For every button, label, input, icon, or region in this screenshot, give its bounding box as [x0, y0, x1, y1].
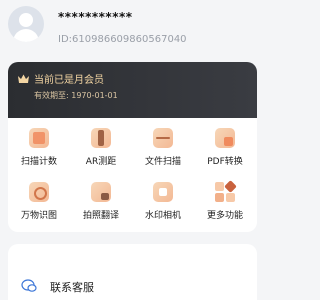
more-features-icon-square [215, 182, 224, 191]
avatar[interactable] [8, 6, 44, 42]
feature-ar-ruler[interactable]: AR测距 [70, 121, 132, 171]
avatar-head-shape [19, 13, 33, 27]
feature-photo-translate[interactable]: 拍照翻译 [70, 175, 132, 225]
photo-translate-icon-mark [101, 193, 109, 200]
more-features-icon [215, 180, 237, 202]
ar-ruler-icon [91, 128, 111, 148]
avatar-shoulders-shape [13, 29, 39, 42]
feature-file-scan[interactable]: 文件扫描 [132, 121, 194, 171]
feature-watermark-camera[interactable]: 水印相机 [132, 175, 194, 225]
feature-label: 扫描计数 [20, 157, 57, 167]
crown-icon [18, 74, 29, 83]
scan-count-icon-mark [33, 132, 45, 144]
file-scan-icon [153, 128, 173, 148]
feature-pdf-convert[interactable]: PDF转换 [194, 121, 256, 171]
feature-label: 水印相机 [144, 211, 181, 221]
image-recognition-icon [29, 182, 49, 202]
profile-header: *********** ID:6109866098605670​40 [0, 0, 263, 62]
photo-translate-icon [91, 182, 111, 202]
more-features-icon-diamond [224, 180, 237, 193]
feature-label: PDF转换 [207, 157, 243, 167]
feature-label: AR测距 [85, 157, 117, 167]
customer-service-icon [21, 279, 37, 292]
pdf-convert-icon-mark [224, 137, 233, 146]
username: *********** [58, 10, 133, 24]
feature-grid: 扫描计数 AR测距 文件扫描 PDF转换 万物识图 拍照翻译 水印相机 更多功能 [8, 118, 257, 232]
pdf-convert-icon [215, 128, 235, 148]
feature-label: 拍照翻译 [82, 211, 119, 221]
image-recognition-icon-mark [34, 187, 47, 200]
vip-expire-date: 有效期至: 1970-01-01 [34, 91, 118, 100]
more-features-icon-square [226, 193, 235, 202]
vip-status-card[interactable]: 当前已是月会员 有效期至: 1970-01-01 [8, 62, 257, 118]
feature-label: 万物识图 [20, 211, 57, 221]
file-scan-icon-mark [156, 137, 170, 139]
service-section: 联系客服 [8, 244, 257, 300]
feature-label: 更多功能 [206, 211, 243, 221]
watermark-camera-icon [153, 182, 173, 202]
more-features-icon-square [215, 193, 224, 202]
feature-scan-count[interactable]: 扫描计数 [8, 121, 70, 171]
feature-label: 文件扫描 [144, 157, 181, 167]
user-id: ID:6109866098605670​40 [58, 34, 187, 45]
contact-customer-service[interactable]: 联系客服 [50, 279, 94, 295]
ar-ruler-icon-mark [98, 130, 104, 146]
watermark-camera-icon-mark [159, 188, 167, 196]
vip-title: 当前已是月会员 [34, 75, 104, 86]
feature-image-recognition[interactable]: 万物识图 [8, 175, 70, 225]
scan-count-icon [29, 128, 49, 148]
feature-more[interactable]: 更多功能 [194, 175, 256, 225]
